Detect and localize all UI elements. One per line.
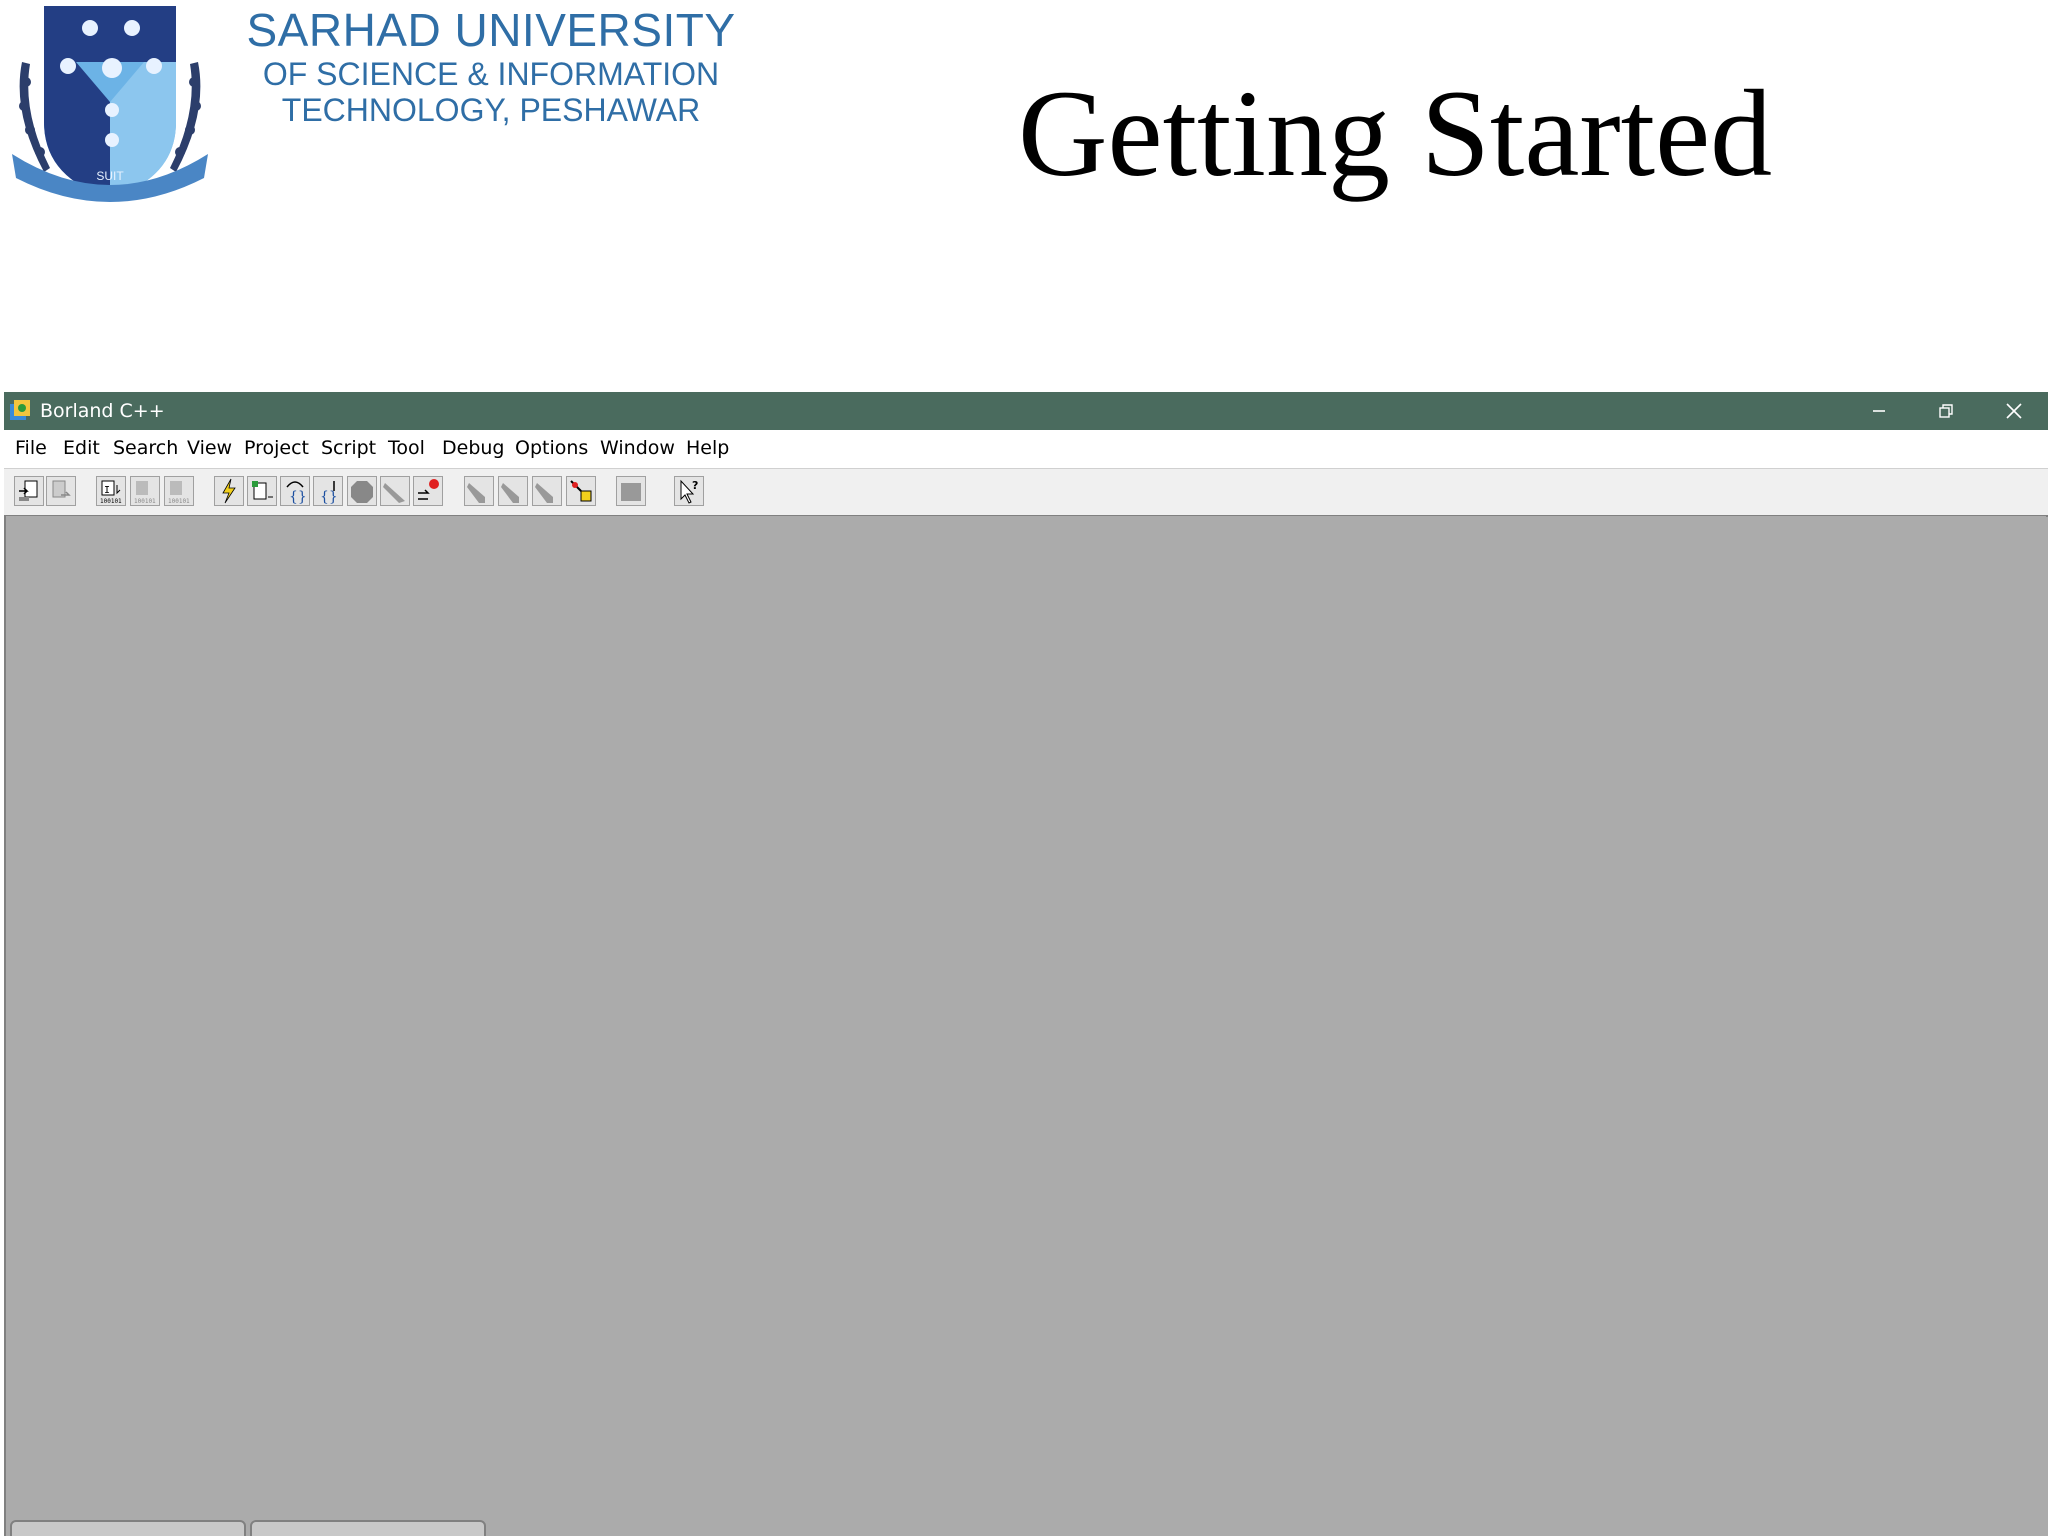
tool-icon[interactable] [532, 476, 562, 506]
toolbar: I 100101 100101 100101 {} {} ? [4, 468, 2048, 517]
university-name-line2: OF SCIENCE & INFORMATION [262, 56, 720, 92]
stop-icon[interactable] [347, 476, 377, 506]
svg-text:SUIT: SUIT [96, 169, 124, 183]
menu-window[interactable]: Window [600, 437, 675, 459]
help-pointer-icon[interactable]: ? [674, 476, 704, 506]
window-titlebar[interactable]: Borland C++ [4, 392, 2048, 430]
compile-icon[interactable]: I 100101 [96, 476, 126, 506]
restore-button[interactable] [1913, 392, 1979, 430]
university-name: SARHAD UNIVERSITY OF SCIENCE & INFORMATI… [236, 4, 746, 128]
open-project-icon[interactable] [14, 476, 44, 506]
menu-debug[interactable]: Debug [442, 437, 504, 459]
tool-icon[interactable] [498, 476, 528, 506]
menu-view[interactable]: View [187, 437, 232, 459]
close-project-icon[interactable] [46, 476, 76, 506]
close-button[interactable] [1981, 392, 2047, 430]
menu-options[interactable]: Options [515, 437, 588, 459]
svg-text:I: I [104, 485, 110, 496]
build-icon[interactable]: 100101 [164, 476, 194, 506]
university-name-line1: SARHAD UNIVERSITY [246, 4, 736, 56]
close-icon [2006, 403, 2022, 419]
menu-search[interactable]: Search [113, 437, 178, 459]
menu-help[interactable]: Help [686, 437, 729, 459]
svg-text:{}: {} [320, 489, 338, 505]
borland-app-icon[interactable] [8, 398, 34, 424]
menu-bar: File Edit Search View Project Script Too… [4, 430, 2048, 468]
svg-text:{}: {} [289, 489, 307, 505]
university-logo: SUIT [4, 2, 216, 214]
folder-icon[interactable] [616, 476, 646, 506]
minimize-button[interactable] [1846, 392, 1912, 430]
tool-icon[interactable] [464, 476, 494, 506]
university-name-line3: TECHNOLOGY, PESHAWAR [281, 92, 701, 128]
menu-edit[interactable]: Edit [63, 437, 100, 459]
minimize-icon [1873, 410, 1885, 412]
svg-text:100101: 100101 [100, 498, 122, 505]
make-icon[interactable]: 100101 [130, 476, 160, 506]
mdi-client-area[interactable] [4, 516, 2046, 1536]
minimized-window[interactable] [250, 1520, 486, 1536]
toggle-breakpoint-icon[interactable] [380, 476, 410, 506]
svg-text:100101: 100101 [168, 498, 190, 505]
run-icon[interactable] [214, 476, 244, 506]
browse-icon[interactable] [566, 476, 596, 506]
menu-file[interactable]: File [15, 437, 47, 459]
menu-tool[interactable]: Tool [388, 437, 425, 459]
slide-title: Getting Started [1018, 65, 1773, 202]
step-over-icon[interactable]: {} [280, 476, 310, 506]
minimized-window[interactable] [10, 1520, 246, 1536]
debug-icon[interactable] [247, 476, 277, 506]
window-title: Borland C++ [40, 400, 165, 422]
add-watch-icon[interactable] [413, 476, 443, 506]
menu-script[interactable]: Script [321, 437, 376, 459]
menu-project[interactable]: Project [244, 437, 309, 459]
trace-into-icon[interactable]: {} [313, 476, 343, 506]
borland-window: Borland C++ File Edit Search View Projec… [4, 392, 2048, 1536]
svg-text:?: ? [692, 479, 698, 492]
svg-text:100101: 100101 [134, 498, 156, 505]
restore-icon [1939, 404, 1953, 418]
